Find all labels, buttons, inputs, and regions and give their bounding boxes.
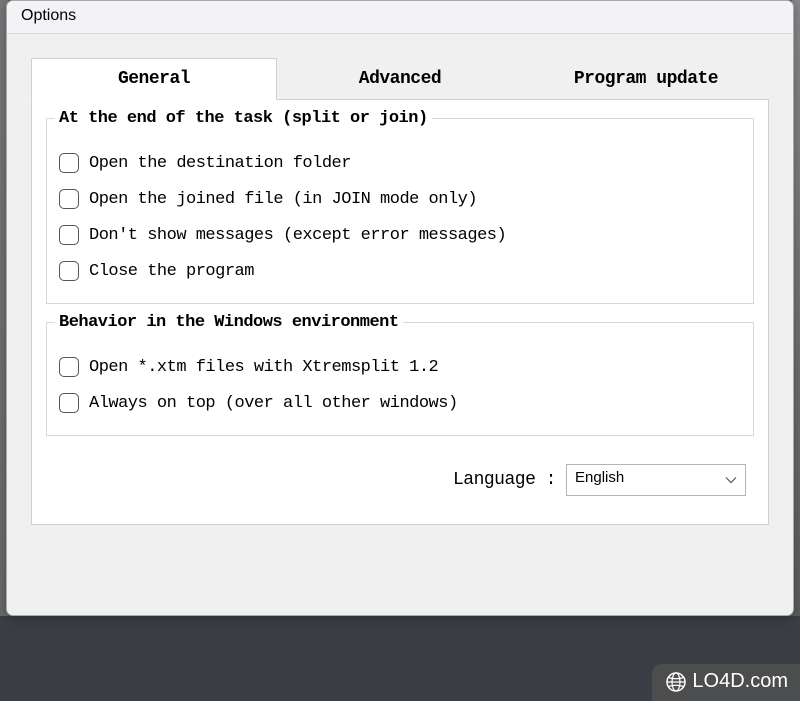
checkbox-close-program[interactable] xyxy=(59,261,79,281)
checkbox-label: Open the joined file (in JOIN mode only) xyxy=(89,190,477,209)
option-close-program: Close the program xyxy=(59,253,741,289)
checkbox-label: Don't show messages (except error messag… xyxy=(89,226,506,245)
option-open-xtm-files: Open *.xtm files with Xtremsplit 1.2 xyxy=(59,349,741,385)
watermark-text: LO4D.com xyxy=(692,670,788,693)
checkbox-label: Always on top (over all other windows) xyxy=(89,394,458,413)
checkbox-label: Close the program xyxy=(89,262,254,281)
group-title: At the end of the task (split or join) xyxy=(55,109,432,128)
tab-panel-general: At the end of the task (split or join) O… xyxy=(31,100,769,525)
window-content: General Advanced Program update At the e… xyxy=(7,34,793,541)
group-end-of-task: At the end of the task (split or join) O… xyxy=(46,118,754,304)
checkbox-open-joined-file[interactable] xyxy=(59,189,79,209)
tab-bar: General Advanced Program update xyxy=(31,58,769,100)
option-open-destination: Open the destination folder xyxy=(59,145,741,181)
checkbox-open-destination[interactable] xyxy=(59,153,79,173)
options-window: Options General Advanced Program update … xyxy=(6,0,794,616)
language-row: Language : English xyxy=(46,454,754,496)
tab-advanced[interactable]: Advanced xyxy=(277,58,523,99)
tab-general[interactable]: General xyxy=(31,58,277,100)
option-open-joined-file: Open the joined file (in JOIN mode only) xyxy=(59,181,741,217)
language-label: Language : xyxy=(453,470,556,490)
checkbox-label: Open *.xtm files with Xtremsplit 1.2 xyxy=(89,358,438,377)
tab-program-update[interactable]: Program update xyxy=(523,58,769,99)
window-title: Options xyxy=(7,1,793,34)
language-value: English xyxy=(575,469,624,486)
option-dont-show-messages: Don't show messages (except error messag… xyxy=(59,217,741,253)
option-always-on-top: Always on top (over all other windows) xyxy=(59,385,741,421)
group-title: Behavior in the Windows environment xyxy=(55,313,403,332)
language-select[interactable]: English xyxy=(566,464,746,496)
watermark: LO4D.com xyxy=(652,664,800,701)
chevron-down-icon xyxy=(725,476,737,484)
group-behavior-windows: Behavior in the Windows environment Open… xyxy=(46,322,754,436)
checkbox-label: Open the destination folder xyxy=(89,154,351,173)
checkbox-always-on-top[interactable] xyxy=(59,393,79,413)
globe-icon xyxy=(666,672,686,692)
checkbox-open-xtm-files[interactable] xyxy=(59,357,79,377)
checkbox-dont-show-messages[interactable] xyxy=(59,225,79,245)
